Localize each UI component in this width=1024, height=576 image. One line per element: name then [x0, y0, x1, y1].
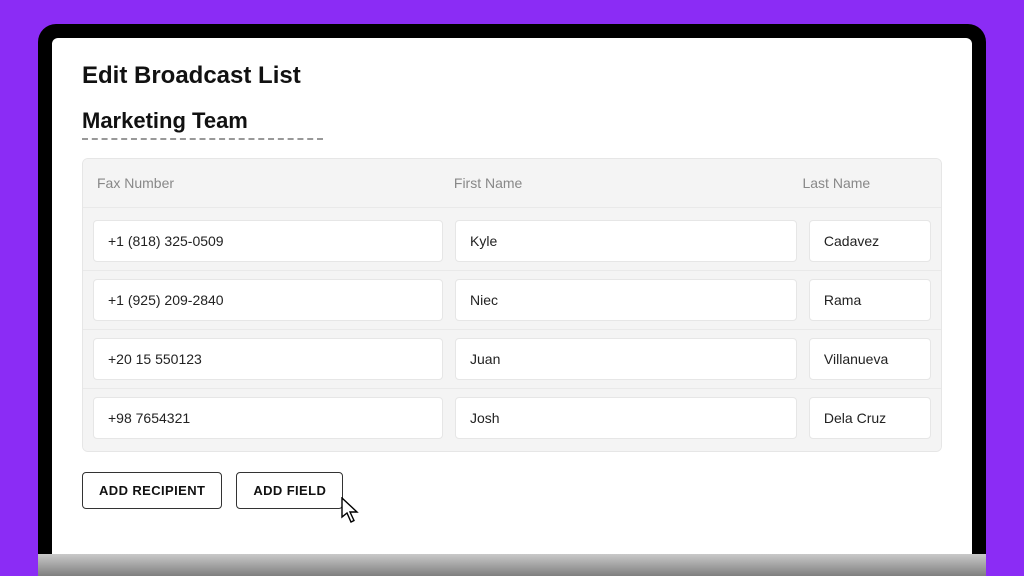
first-name-input[interactable] — [455, 220, 797, 262]
last-name-input[interactable] — [809, 279, 931, 321]
add-field-button[interactable]: ADD FIELD — [236, 472, 343, 509]
table-row — [83, 270, 941, 329]
page-title: Edit Broadcast List — [82, 62, 942, 90]
first-name-input[interactable] — [455, 338, 797, 380]
last-name-input[interactable] — [809, 338, 931, 380]
first-name-input[interactable] — [455, 279, 797, 321]
table-header: Fax Number First Name Last Name — [83, 159, 941, 207]
fax-input[interactable] — [93, 220, 443, 262]
last-name-input[interactable] — [809, 397, 931, 439]
table-row — [83, 388, 941, 451]
first-name-input[interactable] — [455, 397, 797, 439]
table-row — [83, 329, 941, 388]
action-buttons: ADD RECIPIENT ADD FIELD — [82, 472, 942, 509]
device-frame: Edit Broadcast List Fax Number First Nam… — [38, 24, 986, 576]
cursor-icon — [340, 497, 362, 525]
add-recipient-button[interactable]: ADD RECIPIENT — [82, 472, 222, 509]
list-name-wrap — [82, 108, 323, 140]
app-screen: Edit Broadcast List Fax Number First Nam… — [52, 38, 972, 576]
col-header-last: Last Name — [802, 175, 927, 191]
fax-input[interactable] — [93, 397, 443, 439]
list-name-input[interactable] — [82, 108, 323, 134]
fax-input[interactable] — [93, 338, 443, 380]
device-base — [38, 554, 986, 576]
table-body — [83, 207, 941, 451]
last-name-input[interactable] — [809, 220, 931, 262]
col-header-fax: Fax Number — [97, 175, 454, 191]
fax-input[interactable] — [93, 279, 443, 321]
recipients-table: Fax Number First Name Last Name — [82, 158, 942, 452]
col-header-first: First Name — [454, 175, 803, 191]
table-row — [83, 207, 941, 270]
